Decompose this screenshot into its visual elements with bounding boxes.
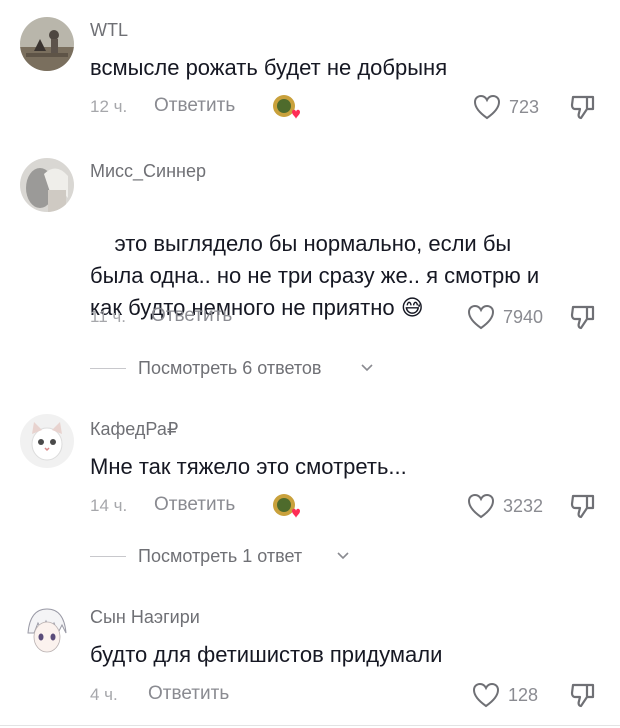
bottom-divider [0, 725, 620, 726]
view-replies-label: Посмотреть 1 ответ [138, 546, 303, 566]
comment-text: Мне так тяжело это смотреть... [90, 454, 407, 479]
comment-actions: 4 ч. Ответить 128 [90, 680, 610, 710]
avatar[interactable] [20, 414, 74, 468]
heart-outline-icon [472, 682, 500, 708]
avatar[interactable] [20, 603, 74, 657]
comment-actions: 11 ч. Ответить 7940 [90, 302, 610, 332]
like-count: 723 [509, 97, 540, 117]
reply-button[interactable]: Ответить [154, 494, 235, 516]
thumbs-down-icon[interactable] [568, 680, 598, 710]
like-count: 3232 [503, 496, 544, 516]
comment-username[interactable]: WTL [90, 20, 128, 41]
comment-text: будто для фетишистов придумали [90, 642, 443, 667]
like-count: 128 [508, 685, 539, 705]
comment-actions: 14 ч. Ответить 3232 [90, 491, 610, 521]
creator-liked-badge-icon [270, 92, 304, 122]
heart-outline-icon [467, 493, 495, 519]
view-replies-button[interactable]: Посмотреть 6 ответов [90, 356, 490, 382]
replies-divider-line [90, 556, 126, 557]
creator-liked-badge-icon [270, 491, 304, 521]
avatar[interactable] [20, 17, 74, 71]
chevron-down-icon [337, 552, 349, 560]
comment-text: всмысле рожать будет не добрыня [90, 55, 448, 80]
reply-button[interactable]: Ответить [148, 683, 229, 705]
heart-outline-icon [467, 304, 495, 330]
reply-button[interactable]: Ответить [154, 95, 235, 117]
comment-time: 12 ч. [90, 97, 128, 116]
comment-username[interactable]: Сын Наэгири [90, 607, 200, 628]
chevron-down-icon [361, 364, 373, 372]
comment-username[interactable]: КафедРа₽ [90, 419, 178, 440]
heart-outline-icon [473, 94, 501, 120]
comment-time: 11 ч. [90, 307, 126, 326]
comment-time: 4 ч. [90, 685, 118, 704]
replies-divider-line [90, 368, 126, 369]
reply-button[interactable]: Ответить [151, 305, 232, 327]
view-replies-button[interactable]: Посмотреть 1 ответ [90, 544, 490, 570]
avatar[interactable] [20, 158, 74, 212]
like-count: 7940 [503, 307, 544, 327]
comment-username[interactable]: Мисс_Синнер [90, 161, 206, 182]
comment-text: это выглядело бы нормально, если бы была… [90, 196, 570, 356]
thumbs-down-icon[interactable] [568, 491, 598, 521]
view-replies-label: Посмотреть 6 ответов [138, 358, 322, 378]
thumbs-down-icon[interactable] [568, 302, 598, 332]
comment-time: 14 ч. [90, 496, 128, 515]
comment-actions: 12 ч. Ответить 723 [90, 92, 610, 122]
thumbs-down-icon[interactable] [568, 92, 598, 122]
